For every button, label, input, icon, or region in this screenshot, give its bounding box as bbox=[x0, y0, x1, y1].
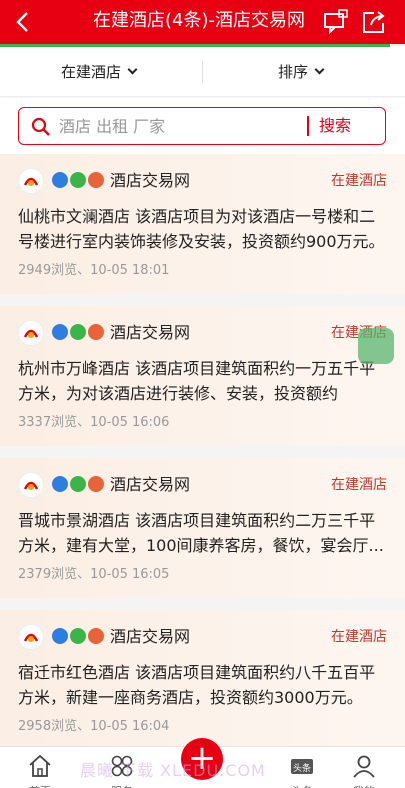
shield-icon bbox=[88, 476, 104, 492]
verified-icon bbox=[52, 476, 68, 492]
filter-bar: 在建酒店 排序 bbox=[0, 47, 405, 97]
share-icon[interactable] bbox=[360, 8, 388, 36]
title-bar: 在建酒店(4条)-酒店交易网 bbox=[0, 0, 405, 44]
user-verified-icon bbox=[70, 628, 86, 644]
status-badge: 在建酒店 bbox=[331, 629, 387, 645]
search-box: 搜索 bbox=[18, 107, 386, 145]
home-icon bbox=[29, 754, 51, 777]
filter-sort[interactable]: 排序 bbox=[278, 61, 325, 83]
verified-icon bbox=[52, 324, 68, 340]
search-input[interactable] bbox=[59, 114, 309, 138]
shield-icon bbox=[88, 172, 104, 188]
listing-source: 酒店交易网 bbox=[110, 475, 191, 494]
verification-badges bbox=[52, 628, 106, 646]
avatar bbox=[18, 168, 44, 194]
svg-text:头条: 头条 bbox=[293, 762, 311, 774]
search-divider bbox=[307, 116, 309, 136]
listing-source: 酒店交易网 bbox=[110, 171, 191, 190]
list-item[interactable]: 酒店交易网 在建酒店 宿迁市红色酒店 该酒店项目建筑面积约八千五百平方米，新建一… bbox=[0, 610, 405, 756]
listing-description: 晋城市景湖酒店 该酒店项目建筑面积约二万三千平方米，建有大堂，100间康养客房，… bbox=[18, 511, 384, 555]
tab-profile[interactable]: 我的 bbox=[334, 753, 394, 788]
news-icon: 头条 bbox=[291, 759, 313, 774]
search-button[interactable]: 搜索 bbox=[319, 115, 351, 137]
verified-icon bbox=[52, 172, 68, 188]
tab-profile-label: 我的 bbox=[334, 783, 394, 788]
verification-badges bbox=[52, 476, 106, 494]
avatar bbox=[18, 320, 44, 346]
search-icon bbox=[31, 117, 50, 136]
floating-action-button[interactable] bbox=[358, 328, 394, 364]
filter-category-label: 在建酒店 bbox=[61, 63, 122, 81]
user-verified-icon bbox=[70, 172, 86, 188]
tab-news[interactable]: 头条 头条 bbox=[272, 753, 332, 788]
listing-meta: 3337浏览、10-05 16:06 bbox=[18, 415, 170, 430]
user-verified-icon bbox=[70, 324, 86, 340]
shield-icon bbox=[88, 324, 104, 340]
watermark: 晨曦 下载 XLEDU.COM bbox=[80, 761, 266, 780]
user-icon bbox=[353, 755, 375, 778]
search-area: 搜索 bbox=[0, 98, 405, 154]
avatar bbox=[18, 624, 44, 650]
listing-source: 酒店交易网 bbox=[110, 323, 191, 342]
filter-divider bbox=[202, 61, 203, 83]
verification-badges bbox=[52, 172, 106, 190]
verified-icon bbox=[52, 628, 68, 644]
shield-icon bbox=[88, 628, 104, 644]
chevron-left-icon[interactable] bbox=[10, 8, 38, 36]
avatar bbox=[18, 472, 44, 498]
status-badge: 在建酒店 bbox=[331, 477, 387, 493]
tab-home[interactable]: 首页 bbox=[10, 753, 70, 788]
listing-meta: 2379浏览、10-05 16:05 bbox=[18, 567, 170, 582]
tab-news-label: 头条 bbox=[272, 783, 332, 788]
listing-meta: 2958浏览、10-05 16:04 bbox=[18, 719, 170, 734]
listing-source: 酒店交易网 bbox=[110, 627, 191, 646]
tab-home-label: 首页 bbox=[10, 783, 70, 788]
filter-sort-label: 排序 bbox=[278, 63, 309, 81]
user-verified-icon bbox=[70, 476, 86, 492]
list-item[interactable]: 酒店交易网 在建酒店 杭州市万峰酒店 该酒店项目建筑面积约一万五千平方米，为对该… bbox=[0, 306, 405, 452]
chevron-down-icon bbox=[314, 64, 325, 75]
verification-badges bbox=[52, 324, 106, 342]
listing-description: 杭州市万峰酒店 该酒店项目建筑面积约一万五千平方米，为对该酒店进行装修、安装，投… bbox=[18, 359, 376, 403]
filter-category[interactable]: 在建酒店 bbox=[61, 61, 138, 83]
list-item[interactable]: 酒店交易网 在建酒店 仙桃市文澜酒店 该酒店项目为对该酒店一号楼和二号楼进行室内… bbox=[0, 154, 405, 300]
chevron-down-icon bbox=[127, 64, 138, 75]
status-badge: 在建酒店 bbox=[331, 173, 387, 189]
list-item[interactable]: 酒店交易网 在建酒店 晋城市景湖酒店 该酒店项目建筑面积约二万三千平方米，建有大… bbox=[0, 458, 405, 604]
message-icon[interactable] bbox=[322, 8, 350, 36]
listing-meta: 2949浏览、10-05 18:01 bbox=[18, 263, 170, 278]
listing-description: 仙桃市文澜酒店 该酒店项目为对该酒店一号楼和二号楼进行室内装饰装修及安装，投资额… bbox=[18, 207, 385, 251]
listing-description: 宿迁市红色酒店 该酒店项目建筑面积约八千五百平方米，新建一座商务酒店，投资额约3… bbox=[18, 663, 376, 707]
tab-services-label: 服务 bbox=[92, 783, 152, 788]
page-title: 在建酒店(4条)-酒店交易网 bbox=[93, 10, 305, 31]
